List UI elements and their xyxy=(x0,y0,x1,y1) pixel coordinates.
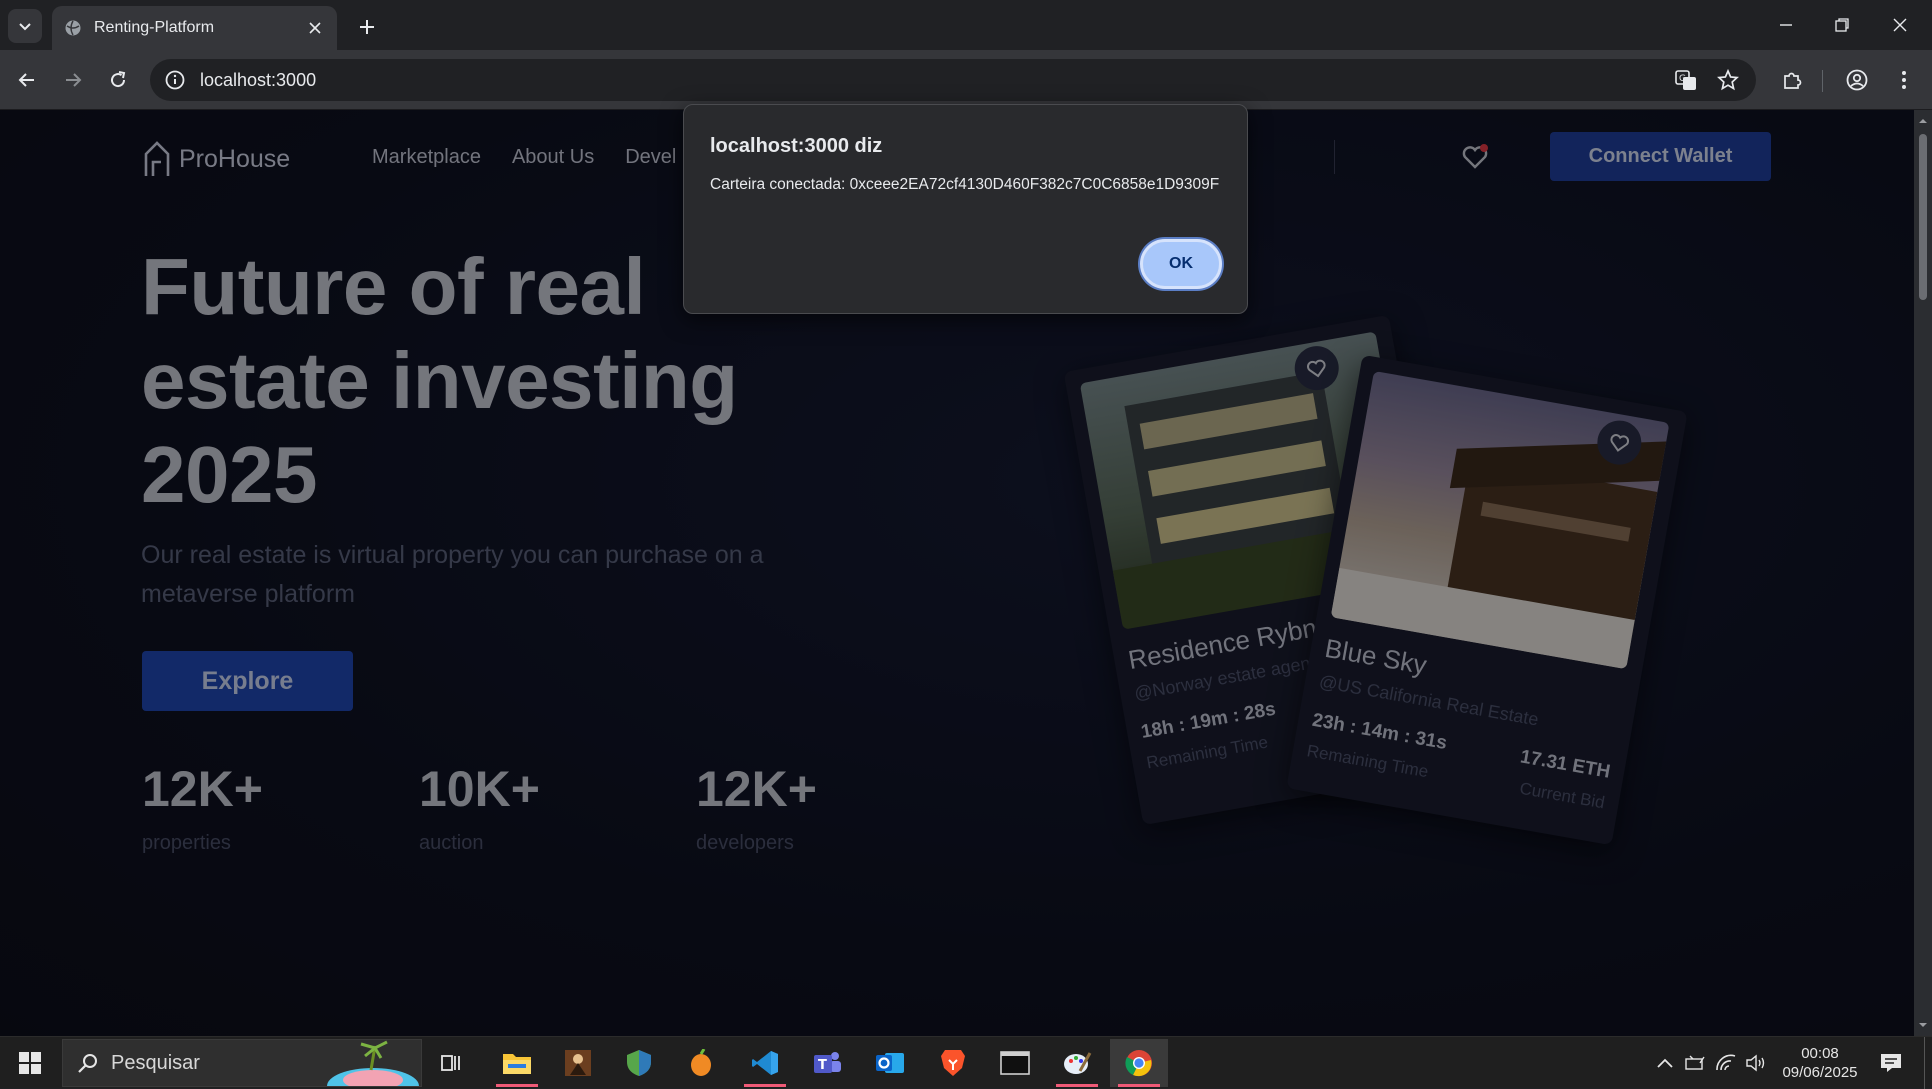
scroll-down-icon[interactable] xyxy=(1918,1020,1928,1030)
browser-toolbar: localhost:3000 G xyxy=(0,50,1932,110)
running-indicator xyxy=(744,1084,786,1087)
taskbar-app-fl-studio[interactable] xyxy=(672,1039,730,1087)
star-icon xyxy=(1717,69,1739,91)
restore-icon xyxy=(1835,18,1849,32)
extensions-button[interactable] xyxy=(1776,64,1808,96)
close-window-button[interactable] xyxy=(1878,8,1922,42)
notification-icon xyxy=(1881,1054,1901,1072)
show-hidden-icons[interactable] xyxy=(1652,1037,1678,1089)
arrow-left-icon xyxy=(18,73,34,87)
tab-title: Renting-Platform xyxy=(94,19,215,36)
taskbar-brave[interactable] xyxy=(924,1039,982,1087)
alert-dialog: localhost:3000 diz Carteira conectada: 0… xyxy=(683,104,1248,314)
close-icon xyxy=(1893,18,1907,32)
puzzle-icon xyxy=(1784,72,1802,89)
running-indicator xyxy=(496,1084,538,1087)
fruit-icon xyxy=(691,1049,711,1076)
url-text: localhost:3000 xyxy=(200,69,317,90)
more-vert-icon xyxy=(1902,71,1906,89)
terminal-icon xyxy=(1000,1051,1030,1075)
taskbar-clock[interactable]: 00:08 09/06/2025 xyxy=(1778,1044,1862,1082)
folder-icon xyxy=(503,1054,531,1074)
outlook-icon xyxy=(876,1053,904,1073)
taskbar-teams[interactable]: T xyxy=(798,1039,856,1087)
taskbar-app-vpn[interactable] xyxy=(610,1039,668,1087)
start-button[interactable] xyxy=(0,1037,60,1089)
search-highlight-image xyxy=(327,1040,419,1086)
search-icon xyxy=(78,1054,97,1073)
profile-button[interactable] xyxy=(1841,64,1873,96)
account-icon xyxy=(1846,69,1868,91)
chrome-icon xyxy=(1125,1050,1152,1077)
clock-date: 09/06/2025 xyxy=(1782,1064,1858,1081)
speaker-icon xyxy=(1746,1054,1765,1072)
windows-taskbar: Pesquisar T 00:08 09/06/2025 xyxy=(0,1036,1932,1089)
clock-time: 00:08 xyxy=(1801,1045,1839,1062)
address-bar[interactable]: localhost:3000 xyxy=(150,59,1756,101)
svg-text:T: T xyxy=(818,1058,827,1073)
shield-icon xyxy=(627,1050,651,1076)
globe-icon xyxy=(65,20,81,36)
show-desktop-button[interactable] xyxy=(1924,1037,1925,1089)
running-indicator xyxy=(1118,1084,1160,1087)
scrollbar-thumb[interactable] xyxy=(1919,134,1927,300)
taskbar-chrome[interactable] xyxy=(1110,1039,1168,1087)
tray-volume[interactable] xyxy=(1742,1037,1770,1089)
browser-tab[interactable]: Renting-Platform xyxy=(52,6,337,50)
brave-lion-icon xyxy=(941,1050,965,1076)
ok-button[interactable]: OK xyxy=(1140,239,1222,289)
forward-button[interactable] xyxy=(57,64,89,96)
new-tab-button[interactable] xyxy=(352,12,382,42)
notifications-button[interactable] xyxy=(1874,1037,1908,1089)
dialog-message: Carteira conectada: 0xceee2EA72cf4130D46… xyxy=(710,176,1220,193)
bookmark-button[interactable] xyxy=(1712,64,1744,96)
site-info-icon[interactable] xyxy=(164,69,186,91)
back-button[interactable] xyxy=(11,64,43,96)
arrow-right-icon xyxy=(66,73,82,87)
taskbar-terminal[interactable] xyxy=(986,1039,1044,1087)
task-view-button[interactable] xyxy=(422,1039,480,1087)
taskbar-app-game[interactable] xyxy=(549,1039,607,1087)
close-tab-icon[interactable] xyxy=(305,18,325,38)
reload-icon xyxy=(111,71,126,88)
chevron-up-icon xyxy=(1657,1058,1673,1068)
teams-icon: T xyxy=(814,1052,841,1073)
running-indicator xyxy=(1056,1084,1098,1087)
wifi-icon xyxy=(1716,1054,1736,1071)
taskbar-outlook[interactable] xyxy=(861,1039,919,1087)
restore-button[interactable] xyxy=(1820,8,1864,42)
toolbar-divider xyxy=(1822,70,1823,92)
minimize-button[interactable] xyxy=(1764,8,1808,42)
scroll-up-icon[interactable] xyxy=(1918,116,1928,126)
dialog-title: localhost:3000 diz xyxy=(710,135,883,157)
search-placeholder: Pesquisar xyxy=(111,1051,200,1074)
minimize-icon xyxy=(1780,24,1792,26)
palette-icon xyxy=(1064,1052,1092,1074)
svg-text:G: G xyxy=(1679,74,1686,84)
tray-input-indicator[interactable] xyxy=(1682,1037,1710,1089)
game-app-icon xyxy=(565,1050,591,1076)
taskbar-vscode[interactable] xyxy=(736,1039,794,1087)
taskbar-paint[interactable] xyxy=(1048,1039,1106,1087)
tray-network[interactable] xyxy=(1712,1037,1740,1089)
menu-button[interactable] xyxy=(1888,64,1920,96)
reload-button[interactable] xyxy=(102,64,134,96)
tab-search-button[interactable] xyxy=(8,9,42,43)
translate-icon: G xyxy=(1675,70,1696,90)
keyboard-icon xyxy=(1685,1055,1705,1070)
taskbar-file-explorer[interactable] xyxy=(488,1039,546,1087)
plus-icon xyxy=(360,20,374,34)
chevron-down-icon xyxy=(19,23,31,31)
task-view-icon xyxy=(441,1055,460,1071)
page-scrollbar[interactable] xyxy=(1914,110,1932,1036)
taskbar-search[interactable]: Pesquisar xyxy=(62,1039,422,1087)
windows-logo-icon xyxy=(19,1052,41,1074)
browser-tab-strip: Renting-Platform xyxy=(0,0,1932,50)
translate-button[interactable]: G xyxy=(1670,64,1702,96)
vscode-icon xyxy=(752,1051,778,1075)
